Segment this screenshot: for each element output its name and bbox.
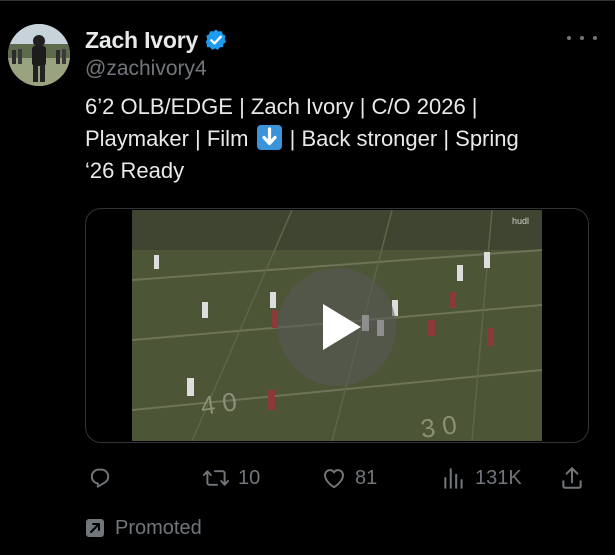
play-button[interactable] [278,268,396,386]
avatar[interactable] [8,24,70,86]
promoted-icon [86,519,104,537]
down-arrow-emoji-icon [256,125,282,150]
share-icon [562,467,582,489]
reply-icon [90,468,110,488]
tweet-line-2-prefix: Playmaker | Film [85,126,249,151]
tweet-line-2: Playmaker | Film | Back stronger | Sprin… [85,123,585,155]
retweet-button[interactable]: 10 [202,462,260,494]
tweet-header: Zach Ivory @zachivory4 [85,26,585,81]
views-icon [444,468,463,489]
views-count: 131K [475,466,522,489]
tweet-text: 6’2 OLB/EDGE | Zach Ivory | C/O 2026 | P… [85,91,585,187]
views-button[interactable]: 131K [441,462,522,494]
like-button[interactable]: 81 [321,462,377,494]
avatar-image [8,24,70,86]
tweet-line-1: 6’2 OLB/EDGE | Zach Ivory | C/O 2026 | [85,94,478,119]
like-count: 81 [355,466,378,489]
reply-button[interactable] [87,462,121,494]
play-icon [323,304,361,350]
svg-text:4 0: 4 0 [199,386,239,421]
name-row: Zach Ivory [85,26,585,54]
promoted-text: Promoted [115,516,202,539]
share-button[interactable] [559,462,585,494]
video-card[interactable]: 4 0 3 0 hudl [85,208,589,443]
retweet-icon [202,470,230,486]
watermark-text: hudl [512,216,529,226]
verified-badge-icon[interactable] [204,28,228,52]
tweet-line-3: ‘26 Ready [85,158,185,183]
svg-text:3 0: 3 0 [419,409,459,441]
display-name[interactable]: Zach Ivory [85,27,198,54]
more-dot [567,36,571,40]
tweet-line-2-suffix: | Back stronger | Spring [289,126,519,151]
top-divider [0,0,615,1]
more-options-icon[interactable] [567,28,597,48]
more-dot [580,36,584,40]
more-dot [593,36,597,40]
promoted-label: Promoted [86,514,202,542]
handle[interactable]: @zachivory4 [85,57,585,81]
retweet-count: 10 [238,466,261,489]
action-bar: 10 81 131K [85,462,585,494]
heart-icon [324,469,344,489]
